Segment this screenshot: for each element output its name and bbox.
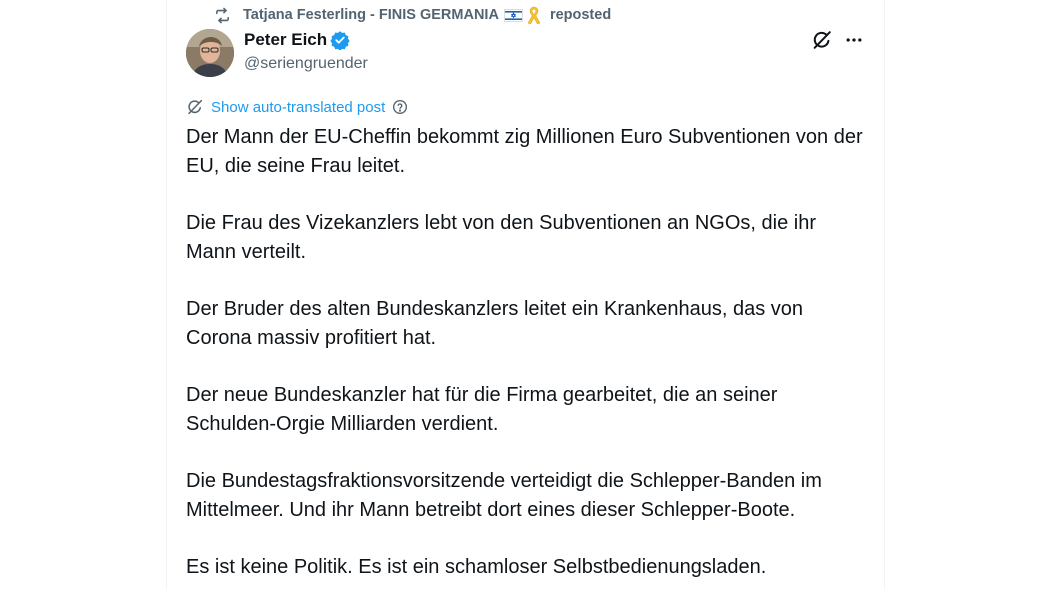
post-paragraph: Der Mann der EU-Cheffin bekommt zig Mill… (186, 126, 863, 177)
israel-flag-icon (503, 8, 523, 22)
yellow-ribbon-icon (526, 5, 542, 25)
post-paragraph: Es ist keine Politik. Es ist ein schamlo… (186, 556, 767, 578)
verified-badge-icon[interactable] (330, 30, 350, 50)
post-paragraph: Die Bundestagsfraktionsvorsitzende verte… (186, 470, 822, 521)
help-circle-icon[interactable] (392, 99, 408, 115)
grok-button[interactable] (810, 28, 834, 52)
repost-icon (214, 7, 231, 24)
reposter-name[interactable]: Tatjana Festerling - FINIS GERMANIA (243, 7, 499, 23)
translation-label[interactable]: Show auto-translated post (211, 99, 385, 116)
more-options-button[interactable] (842, 28, 866, 52)
author-name[interactable]: Peter Eich (244, 30, 327, 50)
author-block: Peter Eich @seriengruender (244, 29, 368, 73)
avatar[interactable] (186, 29, 234, 77)
avatar-image (186, 29, 234, 77)
grok-icon (813, 31, 831, 49)
post-paragraph: Die Frau des Vizekanzlers lebt von den S… (186, 212, 816, 263)
timeline-column: Tatjana Festerling - FINIS GERMANIA repo… (166, 0, 885, 589)
repost-suffix: reposted (549, 7, 612, 23)
repost-context[interactable]: Tatjana Festerling - FINIS GERMANIA repo… (214, 5, 611, 25)
grok-translate-icon (186, 98, 204, 116)
post-text: Der Mann der EU-Cheffin bekommt zig Mill… (186, 123, 871, 610)
post-paragraph: Der neue Bundeskanzler hat für die Firma… (186, 384, 778, 435)
more-icon (846, 38, 862, 42)
post-paragraph: Der Bruder des alten Bundeskanzlers leit… (186, 298, 804, 349)
show-translation-link[interactable]: Show auto-translated post (186, 97, 408, 117)
author-handle[interactable]: @seriengruender (244, 55, 368, 73)
